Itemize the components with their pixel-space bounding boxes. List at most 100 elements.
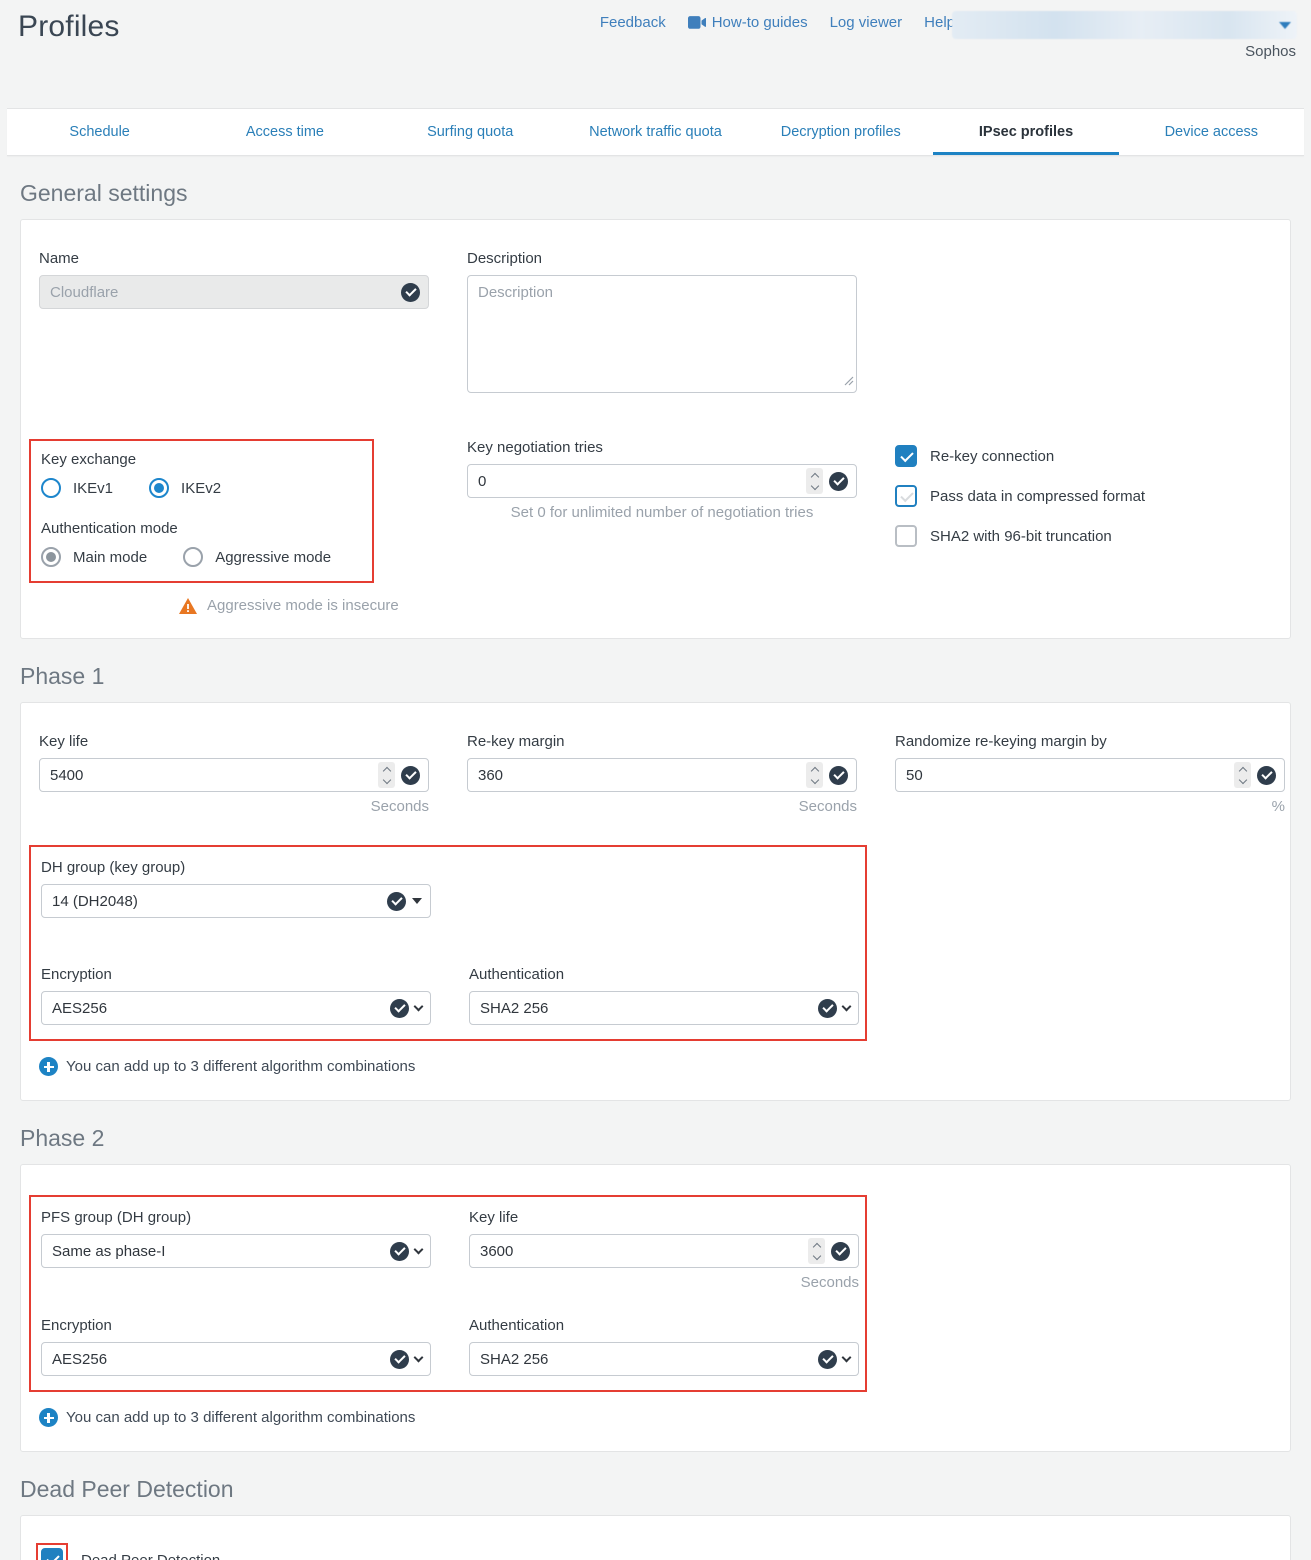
radio-label: Main mode bbox=[73, 549, 147, 566]
key-exchange-label: Key exchange bbox=[41, 451, 362, 468]
log-viewer-link[interactable]: Log viewer bbox=[830, 14, 903, 31]
p1-dh-group-select[interactable]: 14 (DH2048) bbox=[41, 884, 431, 918]
p1-dh-group-label: DH group (key group) bbox=[41, 859, 431, 876]
valid-check-icon bbox=[390, 1242, 409, 1261]
annotation-box-dpd-checkbox bbox=[36, 1543, 68, 1560]
p1-encryption-label: Encryption bbox=[41, 966, 431, 983]
name-label: Name bbox=[39, 250, 429, 267]
radio-selected-icon bbox=[41, 547, 61, 567]
radio-label: Aggressive mode bbox=[215, 549, 331, 566]
p1-randomize-input[interactable]: 50 bbox=[895, 758, 1285, 792]
tab-label: Device access bbox=[1165, 124, 1258, 140]
tab-access-time[interactable]: Access time bbox=[192, 109, 377, 155]
key-negotiation-help: Set 0 for unlimited number of negotiatio… bbox=[467, 504, 857, 521]
tab-label: Decryption profiles bbox=[781, 124, 901, 140]
description-textarea[interactable]: Description bbox=[467, 275, 857, 393]
valid-check-icon bbox=[401, 283, 420, 302]
tab-label: Network traffic quota bbox=[589, 124, 722, 140]
p2-authentication-label: Authentication bbox=[469, 1317, 859, 1334]
p1-encryption-value: AES256 bbox=[52, 1000, 107, 1017]
p2-add-combination-note: You can add up to 3 different algorithm … bbox=[39, 1408, 1272, 1427]
resize-grip-icon[interactable] bbox=[844, 373, 854, 390]
checkbox-sha2-truncation[interactable]: SHA2 with 96-bit truncation bbox=[895, 525, 1285, 547]
p1-authentication-label: Authentication bbox=[469, 966, 859, 983]
radio-icon bbox=[183, 547, 203, 567]
radio-ikev1[interactable]: IKEv1 bbox=[41, 478, 113, 498]
p2-pfs-group-select[interactable]: Same as phase-I bbox=[41, 1234, 431, 1268]
checkbox-label: SHA2 with 96-bit truncation bbox=[930, 528, 1112, 545]
note-text: You can add up to 3 different algorithm … bbox=[66, 1058, 415, 1075]
account-selector[interactable] bbox=[952, 11, 1297, 39]
tab-surfing-quota[interactable]: Surfing quota bbox=[378, 109, 563, 155]
number-stepper[interactable] bbox=[806, 762, 823, 788]
p1-key-life-value: 5400 bbox=[50, 767, 83, 784]
checkbox-rekey-connection[interactable]: Re-key connection bbox=[895, 445, 1285, 467]
name-input[interactable]: Cloudflare bbox=[39, 275, 429, 309]
p1-rekey-margin-input[interactable]: 360 bbox=[467, 758, 857, 792]
number-stepper[interactable] bbox=[808, 1238, 825, 1264]
p1-key-life-input[interactable]: 5400 bbox=[39, 758, 429, 792]
radio-selected-icon bbox=[149, 478, 169, 498]
checkbox-icon bbox=[895, 525, 917, 547]
general-settings-card: Name Cloudflare Description Description … bbox=[20, 219, 1291, 639]
phase1-card: Key life 5400 Seconds Re-key margin 360 … bbox=[20, 702, 1291, 1101]
radio-aggressive-mode[interactable]: Aggressive mode bbox=[183, 547, 331, 567]
annotation-box-key-exchange: Key exchange IKEv1 IKEv2 Authentication … bbox=[29, 439, 374, 583]
radio-main-mode[interactable]: Main mode bbox=[41, 547, 147, 567]
chevron-down-icon bbox=[414, 1352, 424, 1362]
p1-add-combination-note: You can add up to 3 different algorithm … bbox=[39, 1057, 1272, 1076]
p2-encryption-select[interactable]: AES256 bbox=[41, 1342, 431, 1376]
description-label: Description bbox=[467, 250, 857, 267]
p2-encryption-label: Encryption bbox=[41, 1317, 431, 1334]
valid-check-icon bbox=[829, 472, 848, 491]
annotation-box-phase2-algorithms: PFS group (DH group) Same as phase-I Key… bbox=[29, 1195, 867, 1392]
warning-icon bbox=[179, 598, 197, 614]
p1-encryption-select[interactable]: AES256 bbox=[41, 991, 431, 1025]
checkbox-pass-data-compressed[interactable]: Pass data in compressed format bbox=[895, 485, 1285, 507]
plus-circle-icon[interactable] bbox=[39, 1408, 58, 1427]
key-negotiation-input[interactable]: 0 bbox=[467, 464, 857, 498]
plus-circle-icon[interactable] bbox=[39, 1057, 58, 1076]
help-link[interactable]: Help bbox=[924, 14, 955, 31]
checkbox-dead-peer-detection[interactable]: Dead Peer Detection bbox=[39, 1546, 1272, 1560]
tab-device-access[interactable]: Device access bbox=[1119, 109, 1304, 155]
number-stepper[interactable] bbox=[1234, 762, 1251, 788]
p2-key-life-input[interactable]: 3600 bbox=[469, 1234, 859, 1268]
valid-check-icon bbox=[390, 999, 409, 1018]
valid-check-icon bbox=[818, 1350, 837, 1369]
checkbox-label: Dead Peer Detection bbox=[81, 1552, 220, 1560]
radio-icon bbox=[41, 478, 61, 498]
p1-authentication-select[interactable]: SHA2 256 bbox=[469, 991, 859, 1025]
auth-mode-label: Authentication mode bbox=[41, 520, 362, 537]
valid-check-icon bbox=[387, 892, 406, 911]
tab-schedule[interactable]: Schedule bbox=[7, 109, 192, 155]
checkbox-label: Re-key connection bbox=[930, 448, 1054, 465]
tab-network-traffic-quota[interactable]: Network traffic quota bbox=[563, 109, 748, 155]
phase2-heading: Phase 2 bbox=[20, 1125, 1311, 1152]
brand-label: Sophos bbox=[1245, 43, 1296, 60]
p1-rekey-margin-label: Re-key margin bbox=[467, 733, 857, 750]
p1-randomize-value: 50 bbox=[906, 767, 923, 784]
note-text: You can add up to 3 different algorithm … bbox=[66, 1409, 415, 1426]
p2-authentication-select[interactable]: SHA2 256 bbox=[469, 1342, 859, 1376]
tab-decryption-profiles[interactable]: Decryption profiles bbox=[748, 109, 933, 155]
p2-key-life-value: 3600 bbox=[480, 1243, 513, 1260]
p1-key-life-unit: Seconds bbox=[39, 798, 429, 815]
tab-bar: Schedule Access time Surfing quota Netwo… bbox=[7, 108, 1304, 156]
caret-down-icon bbox=[412, 898, 422, 904]
checkbox-label: Pass data in compressed format bbox=[930, 488, 1145, 505]
tab-label: IPsec profiles bbox=[979, 124, 1073, 140]
p2-pfs-group-label: PFS group (DH group) bbox=[41, 1209, 431, 1226]
valid-check-icon bbox=[829, 766, 848, 785]
phase1-heading: Phase 1 bbox=[20, 663, 1311, 690]
feedback-link[interactable]: Feedback bbox=[600, 14, 666, 31]
chevron-down-icon bbox=[842, 1352, 852, 1362]
aggressive-mode-warning: Aggressive mode is insecure bbox=[179, 597, 429, 614]
number-stepper[interactable] bbox=[806, 468, 823, 494]
tab-ipsec-profiles[interactable]: IPsec profiles bbox=[933, 109, 1118, 155]
p1-authentication-value: SHA2 256 bbox=[480, 1000, 548, 1017]
number-stepper[interactable] bbox=[378, 762, 395, 788]
howto-guides-link[interactable]: How-to guides bbox=[688, 14, 808, 31]
dpd-card: Dead Peer Detection Check peer after eve… bbox=[20, 1515, 1291, 1560]
radio-ikev2[interactable]: IKEv2 bbox=[149, 478, 221, 498]
